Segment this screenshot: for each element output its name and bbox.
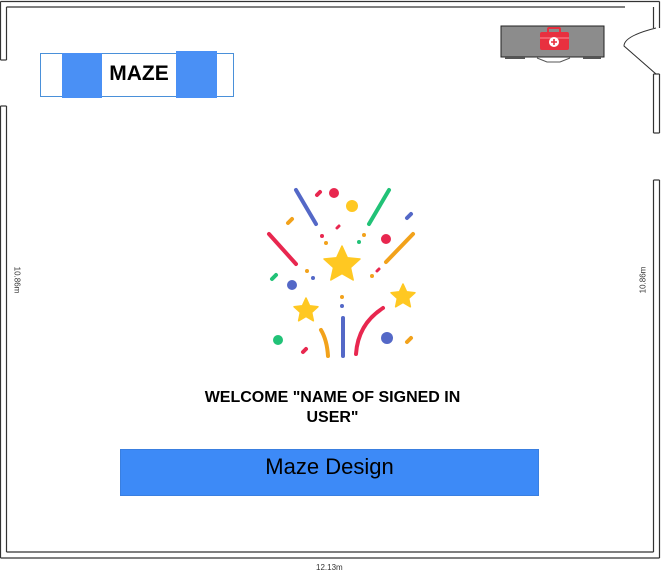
logo-text: MAZE xyxy=(109,62,169,85)
welcome-message: WELCOME "NAME OF SIGNED IN USER" xyxy=(204,389,461,426)
maze-design-label: Maze Design xyxy=(265,454,394,479)
logo-accent-right xyxy=(176,51,217,98)
logo-accent-left xyxy=(62,53,102,98)
celebration-confetti-icon xyxy=(267,188,416,358)
maze-design-button[interactable]: Maze Design xyxy=(120,449,539,496)
dimension-left-label: 10.86m xyxy=(12,266,22,294)
dimension-right-label: 10.86m xyxy=(638,266,648,294)
